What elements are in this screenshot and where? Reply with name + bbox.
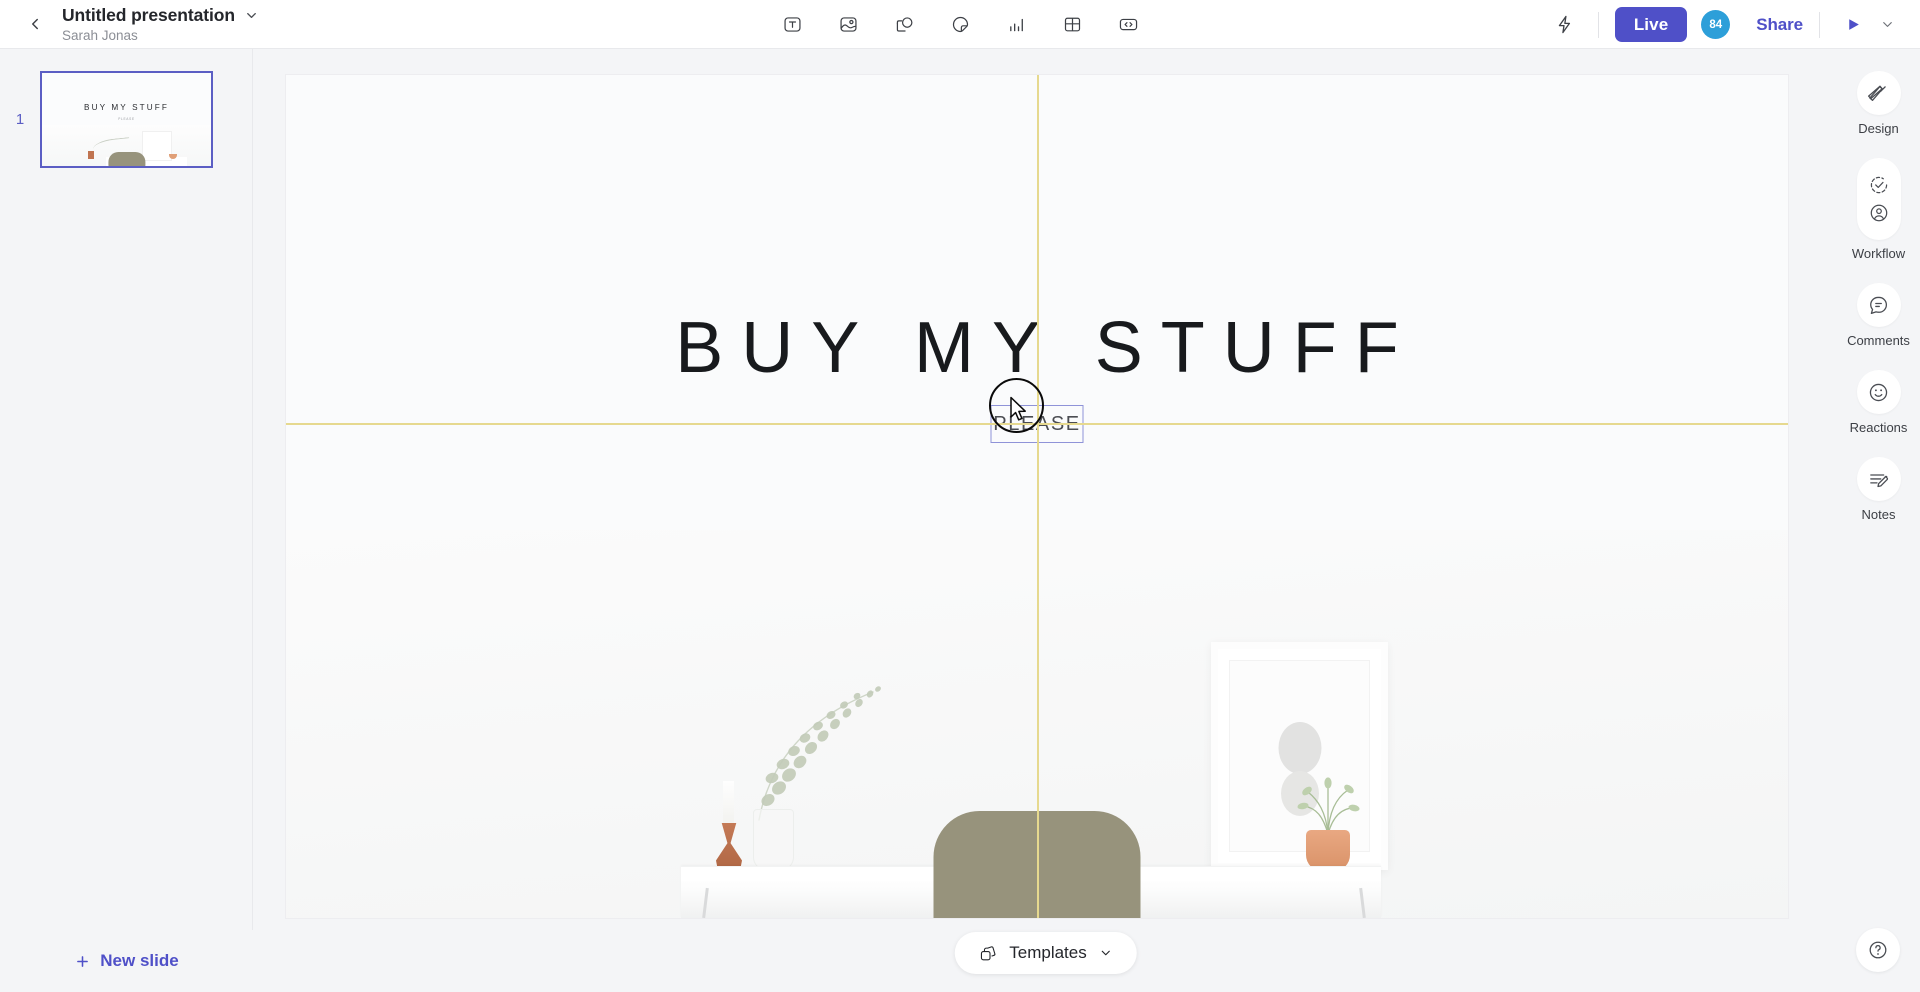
rail-label-design: Design [1858,121,1899,136]
rail-label-comments: Comments [1847,333,1910,348]
templates-button[interactable]: Templates [954,932,1137,974]
rail-label-workflow: Workflow [1851,246,1906,261]
table-tool-button[interactable] [1055,8,1089,42]
code-embed-icon [1119,18,1137,31]
top-header: Untitled presentation Sarah Jonas Live 8… [0,0,1920,49]
slides-panel: 1 BUY MY STUFF PLEASE New slide [0,49,253,992]
chevron-left-icon [32,18,38,30]
text-box-icon [783,17,801,32]
thumb-photo [42,125,211,166]
rail-item-reactions[interactable]: Reactions [1837,370,1920,435]
plant-svg [1297,777,1360,835]
header-divider-2 [1819,11,1820,38]
chart-tool-button[interactable] [999,8,1033,42]
header-actions: Live 84 Share [1548,0,1920,49]
right-rail: Design Workflow Comments Reactions Notes [1837,49,1920,992]
image-icon [839,17,857,32]
share-button[interactable]: Share [1756,15,1803,35]
title-caret-button[interactable] [244,8,259,23]
copper-pot [1306,830,1350,871]
chevron-down-icon [1882,22,1892,27]
glass-vase [753,809,794,871]
rail-label-notes: Notes [1861,507,1896,522]
slide-thumbnail[interactable]: BUY MY STUFF PLEASE [40,71,213,168]
embed-tool-button[interactable] [1111,8,1145,42]
play-triangle-icon [1848,19,1859,30]
rail-item-notes[interactable]: Notes [1837,457,1920,522]
back-button[interactable] [18,7,52,41]
white-candle [723,781,734,825]
chevron-down-icon [247,12,256,18]
rail-item-workflow[interactable]: Workflow [1837,158,1920,261]
present-options-button[interactable] [1874,10,1900,40]
insert-toolbar [775,0,1145,49]
thumb-chair [107,152,146,166]
eucalyptus-branch [741,678,931,823]
branch-svg [758,686,881,821]
thumb-subtitle: PLEASE [118,117,135,121]
help-button[interactable] [1856,928,1900,972]
notes-pencil-icon [1870,473,1889,487]
title-row: Untitled presentation [62,5,259,26]
potted-plant [1292,772,1364,835]
reactions-puck [1856,370,1901,414]
rail-item-comments[interactable]: Comments [1837,283,1920,348]
thumb-frame [141,131,173,161]
new-slide-label: New slide [100,951,179,970]
table-grid-icon [1064,17,1080,32]
thumb-title: BUY MY STUFF [84,103,169,112]
comments-puck [1856,283,1901,327]
frame-shape-upper [1278,721,1321,774]
picture-frame [1211,642,1388,870]
person-circle-icon [1870,204,1887,222]
present-button[interactable] [1838,10,1868,40]
sticker-tool-button[interactable] [943,8,977,42]
title-block: Untitled presentation Sarah Jonas [62,5,259,44]
slide-canvas[interactable]: BUY MY STUFF PLEASE [285,74,1789,919]
collaborator-avatar[interactable]: 84 [1701,10,1731,39]
comment-bubble-icon [1870,296,1888,314]
sticker-icon [952,16,968,33]
templates-label: Templates [1009,943,1087,962]
rail-label-reactions: Reactions [1849,420,1908,435]
workflow-puck [1856,158,1901,240]
header-divider [1597,11,1599,38]
author-name: Sarah Jonas [62,27,138,43]
notes-puck [1856,457,1901,501]
shape-icon [896,17,912,32]
live-button[interactable]: Live [1614,7,1688,42]
page-title[interactable]: Untitled presentation [62,5,235,26]
slide-number: 1 [15,111,25,128]
rail-item-design[interactable]: Design [1837,71,1920,136]
question-mark-circle-icon [1869,941,1887,959]
slide-list-item[interactable]: 1 BUY MY STUFF PLEASE [0,49,252,168]
shape-tool-button[interactable] [887,8,921,42]
image-tool-button[interactable] [831,8,865,42]
smiley-face-icon [1869,383,1888,401]
plus-icon [77,955,89,967]
alignment-guide-horizontal [286,423,1788,425]
chevron-down-icon [1101,950,1110,956]
canvas-area: BUY MY STUFF PLEASE Templates [254,49,1837,992]
new-slide-button[interactable]: New slide [0,930,253,992]
lightning-button[interactable] [1548,8,1582,42]
alignment-guide-vertical [1037,75,1039,918]
design-puck [1856,71,1901,115]
layers-stack-icon [980,945,995,960]
brush-pencil-cross-icon [1867,85,1886,101]
lightning-bolt-icon [1559,15,1571,34]
check-circle-icon [1870,176,1887,194]
chart-bars-icon [1009,18,1023,32]
text-tool-button[interactable] [775,8,809,42]
